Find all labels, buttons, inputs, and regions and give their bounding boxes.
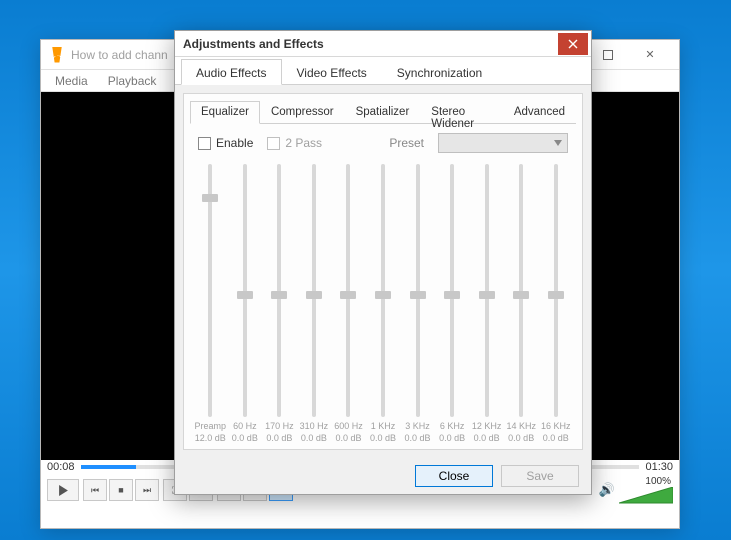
slider-thumb[interactable] (306, 291, 322, 299)
time-total: 01:30 (645, 461, 673, 473)
slider-track[interactable] (243, 164, 247, 417)
preset-dropdown[interactable] (438, 133, 568, 153)
slider-thumb[interactable] (340, 291, 356, 299)
band-freq-label: 12 KHz (472, 421, 502, 433)
band-db-label: 0.0 dB (508, 433, 534, 445)
subtab-stereo-widener[interactable]: Stereo Widener (420, 101, 503, 123)
window-close-button[interactable]: ✕ (629, 41, 671, 69)
dialog-title: Adjustments and Effects (183, 37, 558, 51)
slider-thumb[interactable] (410, 291, 426, 299)
slider-thumb[interactable] (513, 291, 529, 299)
maximize-button[interactable] (587, 41, 629, 69)
band-db-label: 0.0 dB (335, 433, 361, 445)
band-db-label: 0.0 dB (232, 433, 258, 445)
adjustments-effects-dialog: Adjustments and Effects Audio Effects Vi… (174, 30, 592, 495)
band-db-label: 0.0 dB (439, 433, 465, 445)
tab-video-effects[interactable]: Video Effects (282, 59, 382, 84)
slider-track[interactable] (416, 164, 420, 417)
band-slider-12KHz[interactable]: 12 KHz0.0 dB (470, 160, 503, 445)
slider-thumb[interactable] (271, 291, 287, 299)
eq-sliders: Preamp12.0 dB60 Hz0.0 dB170 Hz0.0 dB310 … (194, 154, 572, 445)
band-db-label: 0.0 dB (474, 433, 500, 445)
band-freq-label: 1 KHz (371, 421, 396, 433)
band-slider-16KHz[interactable]: 16 KHz0.0 dB (539, 160, 572, 445)
equalizer-body: Enable 2 Pass Preset Preamp12.0 dB60 Hz0… (190, 124, 576, 449)
band-slider-3KHz[interactable]: 3 KHz0.0 dB (401, 160, 434, 445)
audio-effects-panel: Equalizer Compressor Spatializer Stereo … (183, 93, 583, 450)
enable-checkbox[interactable]: Enable (198, 136, 253, 150)
seek-progress (81, 465, 137, 469)
stop-button[interactable]: ■ (109, 479, 133, 501)
slider-track[interactable] (208, 164, 212, 417)
band-slider-60Hz[interactable]: 60 Hz0.0 dB (229, 160, 262, 445)
subtab-advanced[interactable]: Advanced (503, 101, 576, 123)
band-slider-600Hz[interactable]: 600 Hz0.0 dB (332, 160, 365, 445)
save-button: Save (501, 465, 579, 487)
slider-track[interactable] (346, 164, 350, 417)
volume-percent: 100% (645, 476, 671, 487)
main-tabs: Audio Effects Video Effects Synchronizat… (175, 57, 591, 85)
band-slider-14KHz[interactable]: 14 KHz0.0 dB (505, 160, 538, 445)
tab-synchronization[interactable]: Synchronization (382, 59, 497, 84)
band-freq-label: Preamp (195, 421, 227, 433)
enable-label: Enable (216, 136, 253, 150)
slider-track[interactable] (450, 164, 454, 417)
band-db-label: 12.0 dB (195, 433, 226, 445)
band-freq-label: 600 Hz (334, 421, 363, 433)
slider-thumb[interactable] (375, 291, 391, 299)
slider-thumb[interactable] (479, 291, 495, 299)
band-slider-6KHz[interactable]: 6 KHz0.0 dB (436, 160, 469, 445)
band-freq-label: 14 KHz (506, 421, 536, 433)
volume-icon[interactable]: 🔊 (599, 482, 615, 498)
preamp-slider[interactable]: Preamp12.0 dB (194, 160, 227, 445)
band-freq-label: 170 Hz (265, 421, 294, 433)
menu-media[interactable]: Media (45, 72, 98, 90)
band-db-label: 0.0 dB (266, 433, 292, 445)
slider-track[interactable] (277, 164, 281, 417)
band-slider-1KHz[interactable]: 1 KHz0.0 dB (367, 160, 400, 445)
slider-track[interactable] (312, 164, 316, 417)
subtab-spatializer[interactable]: Spatializer (345, 101, 421, 123)
band-freq-label: 16 KHz (541, 421, 571, 433)
slider-track[interactable] (381, 164, 385, 417)
volume-slider[interactable] (619, 487, 673, 505)
band-freq-label: 3 KHz (405, 421, 430, 433)
slider-thumb[interactable] (548, 291, 564, 299)
prev-button[interactable]: ⏮ (83, 479, 107, 501)
band-db-label: 0.0 dB (301, 433, 327, 445)
twopass-checkbox: 2 Pass (267, 136, 322, 150)
slider-thumb[interactable] (444, 291, 460, 299)
twopass-label: 2 Pass (285, 136, 322, 150)
next-button[interactable]: ⏭ (135, 479, 159, 501)
band-freq-label: 60 Hz (233, 421, 257, 433)
slider-track[interactable] (485, 164, 489, 417)
subtab-compressor[interactable]: Compressor (260, 101, 345, 123)
preset-label: Preset (389, 136, 424, 150)
slider-thumb[interactable] (202, 194, 218, 202)
band-slider-170Hz[interactable]: 170 Hz0.0 dB (263, 160, 296, 445)
close-button[interactable]: Close (415, 465, 493, 487)
sub-tabs: Equalizer Compressor Spatializer Stereo … (190, 100, 576, 124)
band-slider-310Hz[interactable]: 310 Hz0.0 dB (298, 160, 331, 445)
dialog-buttons: Close Save (175, 458, 591, 494)
tab-audio-effects[interactable]: Audio Effects (181, 59, 282, 85)
band-db-label: 0.0 dB (543, 433, 569, 445)
vlc-cone-icon (49, 47, 65, 63)
band-freq-label: 310 Hz (300, 421, 329, 433)
dialog-titlebar: Adjustments and Effects (175, 31, 591, 57)
subtab-equalizer[interactable]: Equalizer (190, 101, 260, 124)
slider-track[interactable] (519, 164, 523, 417)
time-elapsed: 00:08 (47, 461, 75, 473)
menu-playback[interactable]: Playback (98, 72, 167, 90)
band-db-label: 0.0 dB (370, 433, 396, 445)
dialog-close-button[interactable] (558, 33, 588, 55)
slider-track[interactable] (554, 164, 558, 417)
play-button[interactable] (47, 479, 79, 501)
enable-row: Enable 2 Pass Preset (194, 132, 572, 154)
band-freq-label: 6 KHz (440, 421, 465, 433)
band-db-label: 0.0 dB (405, 433, 431, 445)
slider-thumb[interactable] (237, 291, 253, 299)
